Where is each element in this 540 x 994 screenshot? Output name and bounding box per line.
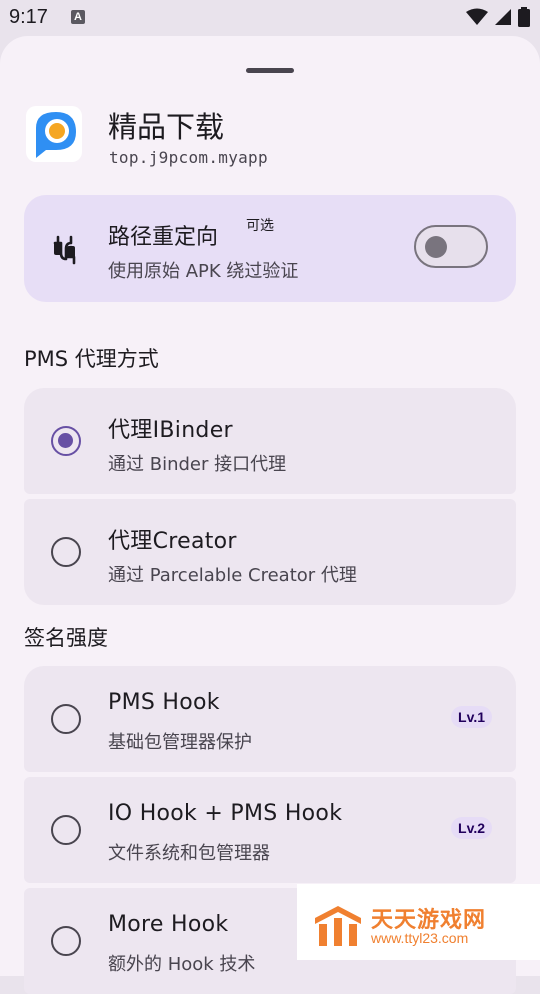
app-name: 精品下载 xyxy=(108,110,225,144)
option-io-pms-hook[interactable]: IO Hook + PMS Hook 文件系统和包管理器 Lv.2 xyxy=(24,777,516,883)
pms-section-title: PMS 代理方式 xyxy=(24,347,159,371)
option-pms-hook[interactable]: PMS Hook 基础包管理器保护 Lv.1 xyxy=(24,666,516,772)
redirect-title: 路径重定向 xyxy=(108,225,219,250)
option-subtitle: 通过 Parcelable Creator 代理 xyxy=(108,565,357,586)
option-title: More Hook xyxy=(108,912,229,937)
watermark: 天天游戏网 www.ttyl23.com xyxy=(297,884,540,960)
redirect-subtitle: 使用原始 APK 绕过验证 xyxy=(108,261,299,282)
toggle-thumb xyxy=(425,236,447,258)
path-redirect-card[interactable]: 路径重定向 可选 使用原始 APK 绕过验证 xyxy=(24,195,516,302)
watermark-url: www.ttyl23.com xyxy=(371,930,469,946)
optional-tag: 可选 xyxy=(246,218,274,234)
level-badge: Lv.1 xyxy=(451,706,492,728)
option-title: PMS Hook xyxy=(108,690,220,715)
option-title: 代理IBinder xyxy=(108,418,233,443)
route-icon xyxy=(53,235,76,265)
radio-button[interactable] xyxy=(51,537,81,567)
option-proxy-ibinder[interactable]: 代理IBinder 通过 Binder 接口代理 xyxy=(24,388,516,494)
radio-button[interactable] xyxy=(51,704,81,734)
battery-icon xyxy=(518,7,530,27)
option-proxy-creator[interactable]: 代理Creator 通过 Parcelable Creator 代理 xyxy=(24,499,516,605)
option-subtitle: 通过 Binder 接口代理 xyxy=(108,454,287,475)
drag-handle[interactable] xyxy=(246,68,294,73)
option-title: 代理Creator xyxy=(108,529,237,554)
app-logo-icon xyxy=(26,106,82,162)
redirect-toggle[interactable] xyxy=(414,225,488,268)
option-subtitle: 额外的 Hook 技术 xyxy=(108,954,256,975)
signal-icon xyxy=(495,9,511,25)
app-package: top.j9pcom.myapp xyxy=(109,148,268,167)
status-bar: 9:17 A xyxy=(0,0,540,36)
radio-button[interactable] xyxy=(51,815,81,845)
radio-button[interactable] xyxy=(51,926,81,956)
option-subtitle: 文件系统和包管理器 xyxy=(108,843,270,864)
bottom-sheet: 精品下载 top.j9pcom.myapp 路径重定向 可选 使用原始 APK … xyxy=(0,36,540,994)
wifi-icon xyxy=(466,8,488,25)
signature-section-title: 签名强度 xyxy=(24,626,108,650)
status-icons xyxy=(466,7,530,27)
option-title: IO Hook + PMS Hook xyxy=(108,801,343,826)
level-badge: Lv.2 xyxy=(451,817,492,839)
option-subtitle: 基础包管理器保护 xyxy=(108,732,252,753)
radio-button-selected[interactable] xyxy=(51,426,81,456)
watermark-logo-icon xyxy=(315,906,361,946)
notification-icon: A xyxy=(71,10,85,24)
status-time: 9:17 xyxy=(9,6,48,28)
